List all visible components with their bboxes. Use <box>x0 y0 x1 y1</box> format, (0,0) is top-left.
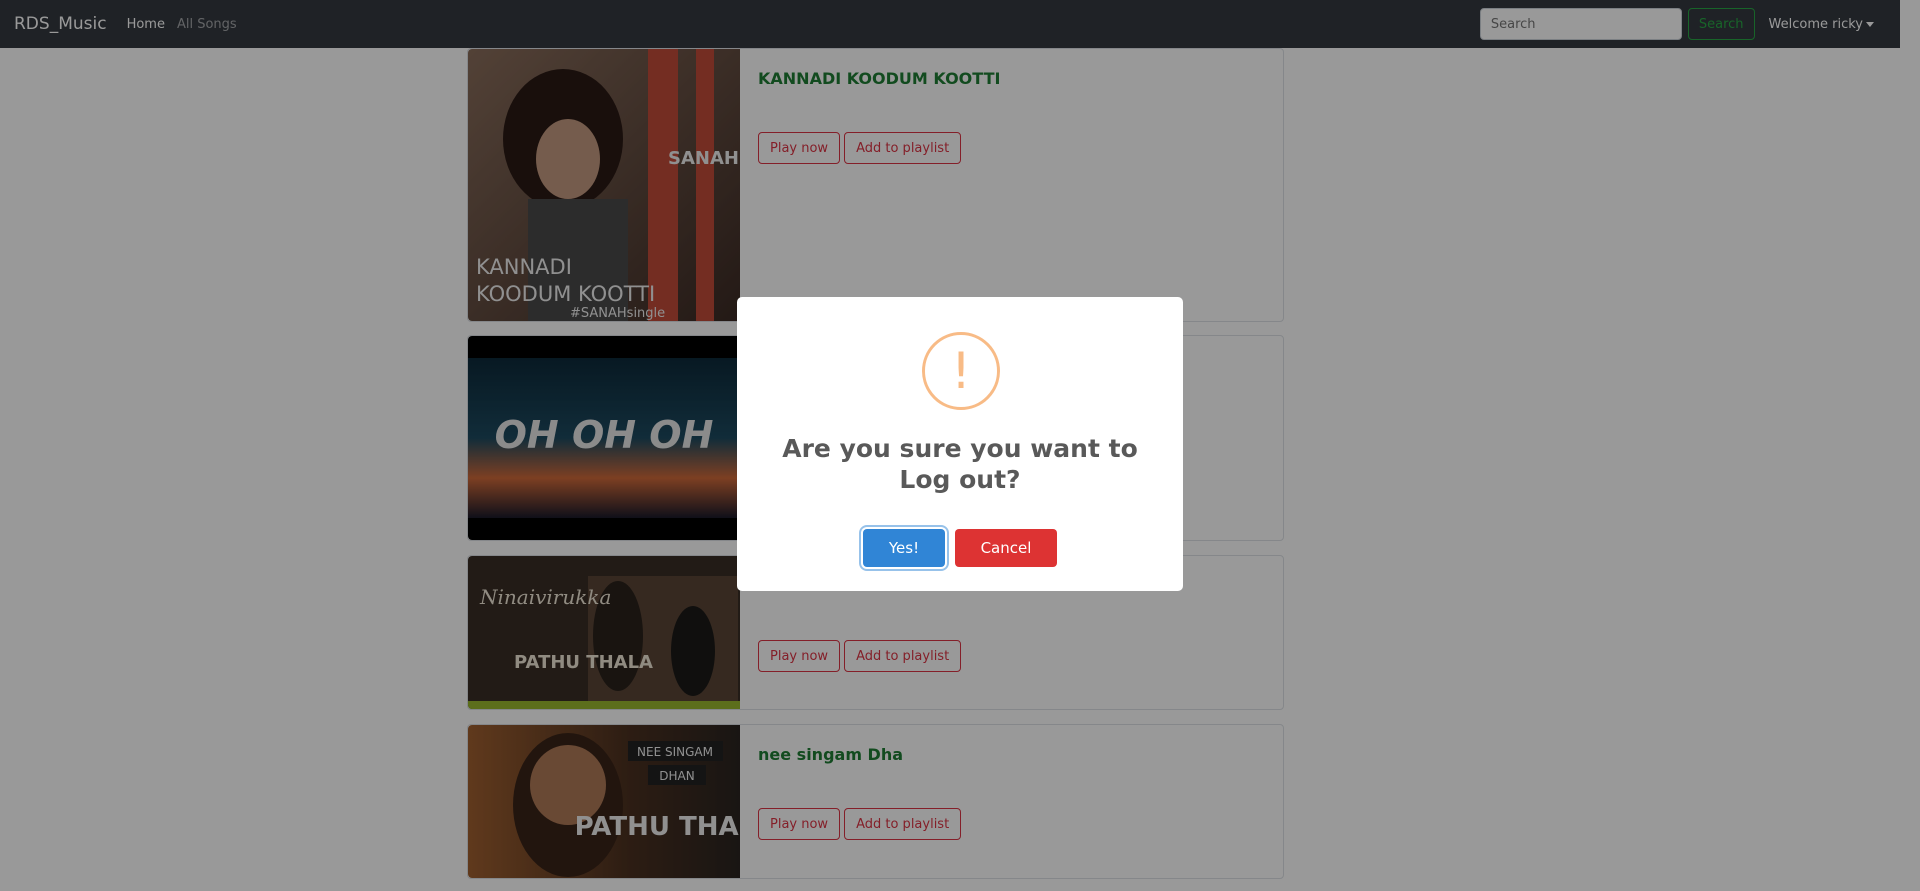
cancel-button[interactable]: Cancel <box>955 529 1057 567</box>
warning-icon: ! <box>922 332 1000 410</box>
dialog-actions: Yes! Cancel <box>737 529 1183 567</box>
dialog-title: Are you sure you want to Log out? <box>782 434 1138 494</box>
confirm-logout-button[interactable]: Yes! <box>863 529 945 567</box>
logout-confirm-dialog: ! Are you sure you want to Log out? Yes!… <box>737 297 1183 591</box>
